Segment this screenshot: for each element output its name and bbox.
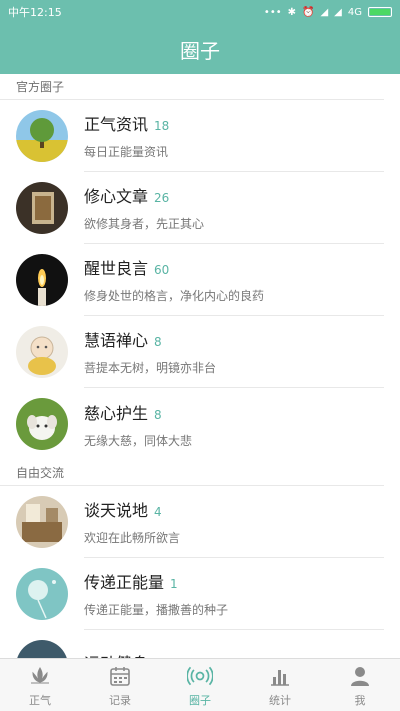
tab-label: 我 [354, 693, 366, 707]
sport-avatar [16, 640, 68, 658]
dots-icon: ••• [263, 6, 282, 18]
tab-circle[interactable]: 圈子 [160, 659, 240, 711]
item-subtitle: 无缘大慈，同体大悲 [84, 433, 193, 448]
item-title: 慧语禅心 [84, 331, 149, 350]
status-time: 中午12:15 [8, 6, 62, 19]
status-icons: ••• ✱ ⏰ ◢ ◢ 4G [264, 7, 392, 18]
item-count: 8 [154, 407, 162, 422]
item-title: 传递正能量 [84, 573, 165, 592]
broadcast-icon [187, 663, 213, 689]
network-type: 4G [347, 6, 362, 18]
person-icon [347, 663, 373, 689]
tab-label: 统计 [269, 693, 291, 707]
list-item[interactable]: 传递正能量 1 传递正能量，播撒善的种子 [0, 558, 400, 630]
tree-avatar [16, 110, 68, 162]
wifi-icon: ◢ [320, 6, 329, 18]
item-subtitle: 每日正能量资讯 [84, 145, 169, 159]
item-subtitle: 菩提本无树，明镜亦非台 [84, 361, 217, 375]
tab-me[interactable]: 我 [320, 659, 400, 711]
list-item[interactable]: 谈天说地 4 欢迎在此畅所欲言 [0, 486, 400, 558]
tab-stats[interactable]: 统计 [240, 659, 320, 711]
circle-list[interactable]: 官方圈子 正气资讯 18 每日正能量资讯 修心文章 26 欲修其身者，先正其心 … [0, 74, 400, 658]
tab-label: 圈子 [189, 693, 211, 707]
dandelion-avatar [16, 568, 68, 620]
title-bar: 圈子 [0, 24, 400, 74]
item-title: 修心文章 [84, 187, 149, 206]
tab-zhengqi[interactable]: 正气 [0, 659, 80, 711]
list-item[interactable]: 慈心护生 8 无缘大慈，同体大悲 [0, 388, 400, 460]
item-subtitle: 欢迎在此畅所欲言 [84, 531, 181, 545]
bluetooth-icon: ✱ [287, 6, 297, 18]
status-bar: 中午12:15 ••• ✱ ⏰ ◢ ◢ 4G [0, 0, 400, 24]
monk-avatar [16, 326, 68, 378]
item-count: 1 [170, 577, 178, 591]
battery-icon [368, 7, 392, 17]
item-count: 60 [154, 263, 170, 277]
item-count: 8 [154, 335, 162, 349]
dog-avatar [16, 398, 68, 450]
item-title: 运动健身 [84, 650, 148, 658]
list-item[interactable]: 修心文章 26 欲修其身者，先正其心 [0, 172, 400, 244]
item-count: 4 [154, 505, 162, 519]
bar-chart-icon [267, 663, 293, 689]
list-item[interactable]: 醒世良言 60 修身处世的格言，净化内心的良药 [0, 244, 400, 316]
tab-record[interactable]: 记录 [80, 659, 160, 711]
book-avatar [16, 182, 68, 234]
page-title: 圈子 [180, 38, 220, 63]
tab-label: 记录 [109, 693, 131, 707]
list-item[interactable]: 慧语禅心 8 菩提本无树，明镜亦非台 [0, 316, 400, 388]
tab-label: 正气 [29, 693, 51, 707]
item-subtitle: 欲修其身者，先正其心 [84, 217, 205, 231]
list-item[interactable]: 正气资讯 18 每日正能量资讯 [0, 100, 400, 172]
item-subtitle: 传递正能量，播撒善的种子 [84, 603, 229, 617]
item-title: 慈心护生 [84, 403, 149, 423]
alarm-icon: ⏰ [302, 6, 315, 18]
room-avatar [16, 496, 68, 548]
item-title: 谈天说地 [84, 501, 149, 520]
section-header-official: 官方圈子 [0, 74, 384, 100]
item-title: 正气资讯 [84, 115, 149, 134]
item-title: 醒世良言 [84, 259, 149, 278]
item-subtitle: 修身处世的格言，净化内心的良药 [84, 289, 265, 303]
section-header-free: 自由交流 [0, 460, 384, 486]
list-item[interactable]: 运动健身 2 [0, 630, 400, 658]
lotus-icon [27, 663, 53, 689]
signal-icon: ◢ [334, 6, 342, 18]
calendar-icon [107, 663, 133, 689]
bottom-tab-bar: 正气 记录 圈子 统计 我 [0, 658, 400, 711]
item-count: 26 [154, 191, 170, 205]
item-count: 18 [154, 119, 170, 133]
candle-avatar [16, 254, 68, 306]
